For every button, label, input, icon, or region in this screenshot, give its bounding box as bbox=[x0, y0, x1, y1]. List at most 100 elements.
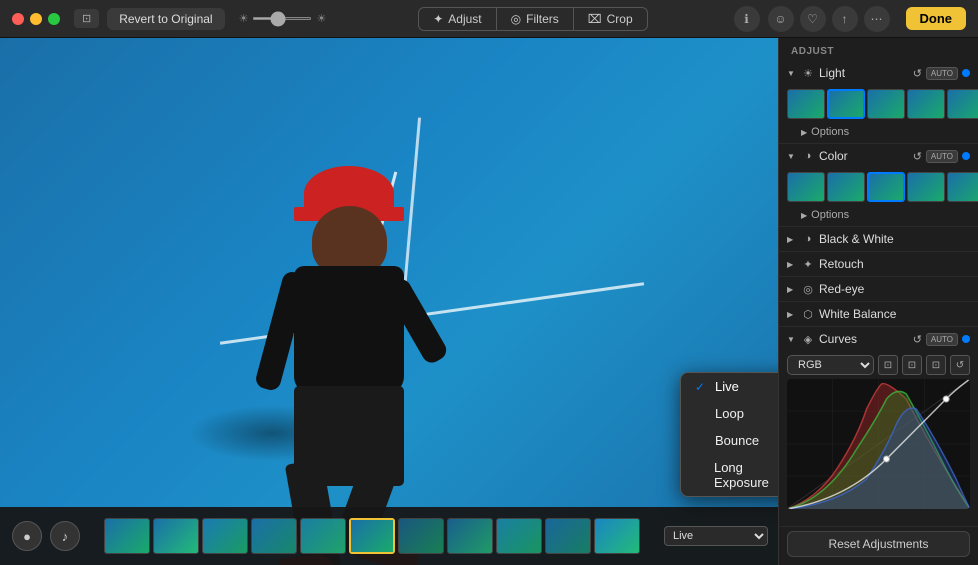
bw-icon: ◑ bbox=[801, 232, 815, 246]
curves-auto-badge[interactable]: AUTO bbox=[926, 333, 958, 346]
tab-adjust[interactable]: ✦ Adjust bbox=[418, 7, 496, 31]
color-thumb-2[interactable] bbox=[827, 172, 865, 202]
curves-reset-btn[interactable]: ↺ bbox=[950, 355, 970, 375]
curves-active-dot bbox=[962, 335, 970, 343]
close-button[interactable] bbox=[12, 13, 24, 25]
light-auto-badge[interactable]: AUTO bbox=[926, 67, 958, 80]
color-thumb-4[interactable] bbox=[907, 172, 945, 202]
wb-row[interactable]: ▶ ⬡ White Balance bbox=[779, 302, 978, 326]
heart-button[interactable]: ♡ bbox=[800, 6, 826, 32]
done-button[interactable]: Done bbox=[906, 7, 967, 30]
color-thumb-5[interactable] bbox=[947, 172, 978, 202]
curves-label: Curves bbox=[819, 332, 909, 346]
tab-filters[interactable]: ◎ Filters bbox=[497, 7, 574, 31]
bw-row[interactable]: ▶ ◑ Black & White bbox=[779, 227, 978, 251]
live-select[interactable]: Live Loop Bounce Long Exposure bbox=[664, 526, 768, 546]
light-section: ▼ ☀ Light ↺ AUTO ▶ Options bbox=[779, 61, 978, 144]
window-mode-button[interactable]: ⊡ bbox=[74, 9, 99, 28]
dropdown-item-long-exposure[interactable]: Long Exposure bbox=[681, 454, 778, 496]
eyedropper-dark-btn[interactable]: ⊡ bbox=[878, 355, 898, 375]
eyedropper-light-btn[interactable]: ⊡ bbox=[926, 355, 946, 375]
thumb-1[interactable] bbox=[104, 518, 150, 554]
light-thumb-4[interactable] bbox=[907, 89, 945, 119]
retouch-row[interactable]: ▶ ✦ Retouch bbox=[779, 252, 978, 276]
panel-header: ADJUST bbox=[779, 38, 978, 61]
color-reset-icon[interactable]: ↺ bbox=[913, 150, 922, 163]
light-thumb-1[interactable] bbox=[787, 89, 825, 119]
light-reset-icon[interactable]: ↺ bbox=[913, 67, 922, 80]
thumb-11[interactable] bbox=[594, 518, 640, 554]
reset-label: Reset Adjustments bbox=[828, 537, 928, 551]
bottom-bar: ● ♪ Live Loop Bou bbox=[0, 507, 778, 565]
filters-label: Filters bbox=[526, 12, 559, 26]
dropdown-item-live[interactable]: ✓ Live bbox=[681, 373, 778, 400]
thumb-6-current[interactable] bbox=[349, 518, 395, 554]
thumb-5[interactable] bbox=[300, 518, 346, 554]
curves-rgb-row: RGB Red Green Blue ⊡ ⊡ ⊡ ↺ bbox=[779, 351, 978, 379]
curves-chart[interactable] bbox=[787, 379, 970, 509]
curves-controls: ↺ AUTO bbox=[913, 333, 970, 346]
thumb-2[interactable] bbox=[153, 518, 199, 554]
volume-button[interactable]: ♪ bbox=[50, 521, 80, 551]
minimize-button[interactable] bbox=[30, 13, 42, 25]
color-row[interactable]: ▼ ◑ Color ↺ AUTO bbox=[779, 144, 978, 168]
wb-section: ▶ ⬡ White Balance bbox=[779, 302, 978, 327]
color-auto-badge[interactable]: AUTO bbox=[926, 150, 958, 163]
color-thumbs bbox=[779, 168, 978, 206]
thumb-4[interactable] bbox=[251, 518, 297, 554]
thumb-7[interactable] bbox=[398, 518, 444, 554]
color-thumb-3[interactable] bbox=[867, 172, 905, 202]
color-chevron: ▼ bbox=[787, 152, 797, 161]
light-label: Light bbox=[819, 66, 909, 80]
emoji-button[interactable]: ☺ bbox=[768, 6, 794, 32]
adjust-label: Adjust bbox=[448, 12, 481, 26]
light-options-row[interactable]: ▶ Options bbox=[779, 123, 978, 143]
light-thumb-2[interactable] bbox=[827, 89, 865, 119]
info-button[interactable]: ℹ bbox=[734, 6, 760, 32]
light-row[interactable]: ▼ ☀ Light ↺ AUTO bbox=[779, 61, 978, 85]
curves-row[interactable]: ▼ ◈ Curves ↺ AUTO bbox=[779, 327, 978, 351]
maximize-button[interactable] bbox=[48, 13, 60, 25]
light-thumb-3[interactable] bbox=[867, 89, 905, 119]
rgb-select[interactable]: RGB Red Green Blue bbox=[787, 355, 874, 375]
retouch-chevron: ▶ bbox=[787, 260, 797, 269]
color-label: Color bbox=[819, 149, 909, 163]
dropdown-item-bounce[interactable]: Bounce bbox=[681, 427, 778, 454]
wb-chevron: ▶ bbox=[787, 310, 797, 319]
thumb-9[interactable] bbox=[496, 518, 542, 554]
curves-reset-icon[interactable]: ↺ bbox=[913, 333, 922, 346]
tab-crop[interactable]: ⌧ Crop bbox=[574, 7, 648, 31]
redeye-section: ▶ ◎ Red-eye bbox=[779, 277, 978, 302]
thumb-8[interactable] bbox=[447, 518, 493, 554]
crop-label: Crop bbox=[607, 12, 633, 26]
color-options-row[interactable]: ▶ Options bbox=[779, 206, 978, 226]
redeye-icon: ◎ bbox=[801, 282, 815, 296]
titlebar: ⊡ Revert to Original ☀ ☀ ✦ Adjust ◎ Filt… bbox=[0, 0, 978, 38]
filters-icon: ◎ bbox=[511, 12, 521, 26]
thumb-3[interactable] bbox=[202, 518, 248, 554]
record-button[interactable]: ● bbox=[12, 521, 42, 551]
dropdown-item-loop[interactable]: Loop bbox=[681, 400, 778, 427]
share-button[interactable]: ↑ bbox=[832, 6, 858, 32]
more-button[interactable]: ⋯ bbox=[864, 6, 890, 32]
live-label: Live bbox=[715, 379, 739, 394]
revert-button[interactable]: Revert to Original bbox=[107, 8, 224, 30]
bw-chevron: ▶ bbox=[787, 235, 797, 244]
light-thumb-5[interactable] bbox=[947, 89, 978, 119]
check-icon: ✓ bbox=[695, 380, 709, 394]
brightness-slider-area: ☀ ☀ bbox=[239, 12, 327, 25]
adjust-icon: ✦ bbox=[433, 12, 443, 26]
color-thumb-1[interactable] bbox=[787, 172, 825, 202]
eyedropper-mid-btn[interactable]: ⊡ bbox=[902, 355, 922, 375]
thumb-10[interactable] bbox=[545, 518, 591, 554]
retouch-label: Retouch bbox=[819, 257, 970, 271]
color-active-dot bbox=[962, 152, 970, 160]
redeye-row[interactable]: ▶ ◎ Red-eye bbox=[779, 277, 978, 301]
brightness-slider[interactable] bbox=[252, 17, 312, 20]
light-icon: ☀ bbox=[801, 66, 815, 80]
bw-label: Black & White bbox=[819, 232, 970, 246]
light-active-dot bbox=[962, 69, 970, 77]
retouch-section: ▶ ✦ Retouch bbox=[779, 252, 978, 277]
reset-adjustments-button[interactable]: Reset Adjustments bbox=[787, 531, 970, 557]
thumbnail-strip bbox=[88, 518, 656, 554]
